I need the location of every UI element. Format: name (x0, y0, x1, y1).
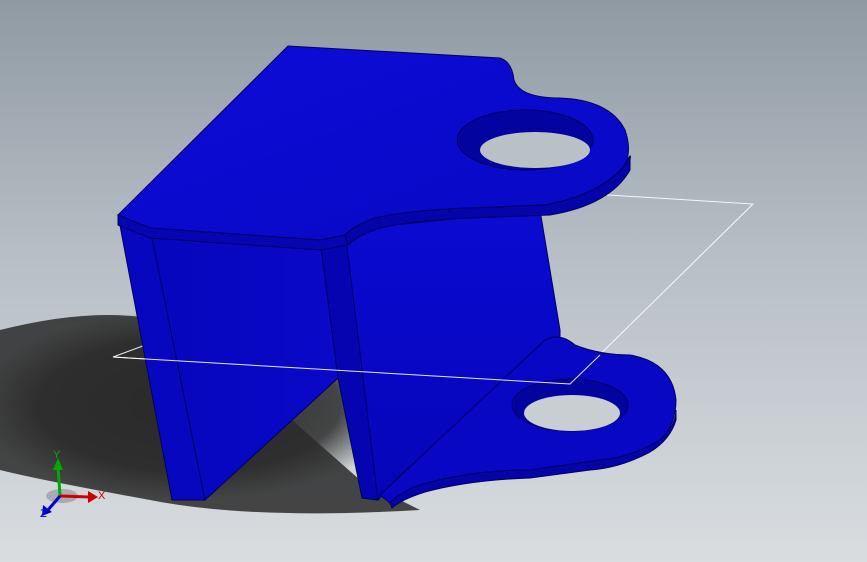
graphics-viewport[interactable]: Y X Z (0, 0, 867, 562)
triad-y-label: Y (53, 449, 61, 461)
triad-x-arrow-icon (88, 491, 98, 503)
triad-x-label: X (98, 490, 106, 502)
triad-z-label: Z (40, 508, 47, 520)
bracket-top-plate[interactable] (117, 45, 631, 251)
model-canvas[interactable]: Y X Z (0, 0, 867, 562)
triad-y-axis (56, 465, 62, 497)
triad-x-axis (59, 494, 91, 499)
